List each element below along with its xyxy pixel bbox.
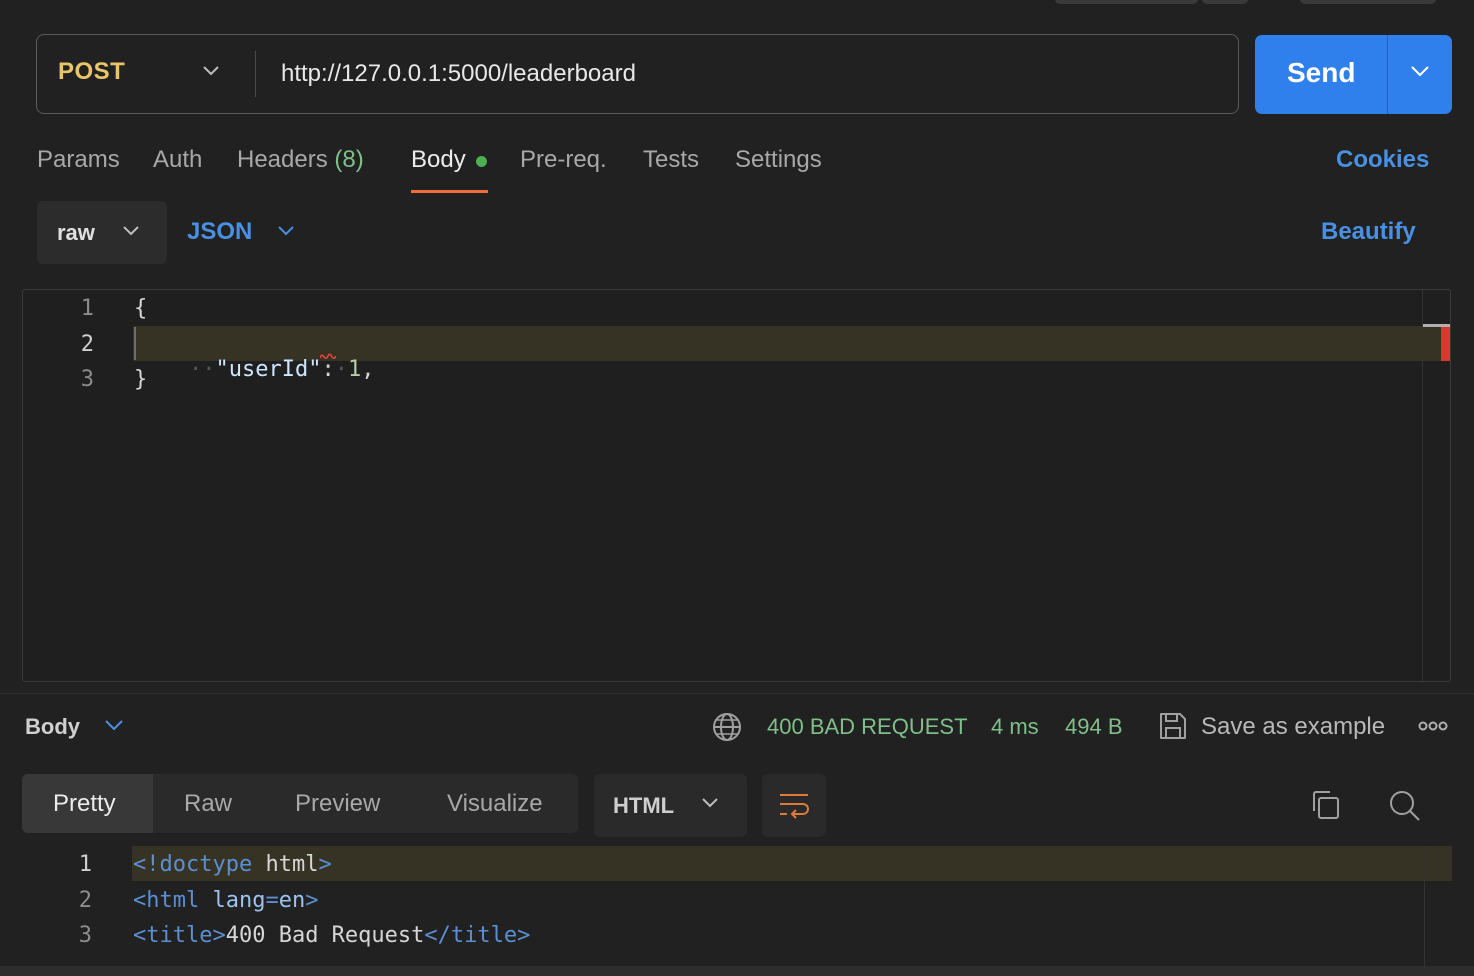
status-code[interactable]: 400 BAD REQUEST [767,714,968,740]
json-key: "userId" [215,357,322,382]
response-time[interactable]: 4 ms [991,714,1039,740]
chevron-down-icon[interactable] [105,720,123,730]
html-attribute: lang [212,888,266,913]
code-line: } [134,367,148,392]
save-icon[interactable] [1158,711,1188,741]
line-number: 1 [80,296,94,321]
html-tag: > [318,852,332,877]
html-tag: <title> [133,923,226,948]
send-split-divider [1387,35,1388,114]
cookies-link[interactable]: Cookies [1336,146,1429,174]
tab-pretty[interactable]: Pretty [53,790,116,818]
chevron-down-icon[interactable] [278,226,294,236]
tab-tests[interactable]: Tests [643,146,699,174]
app-window: POST http://127.0.0.1:5000/leaderboard S… [0,0,1474,976]
response-size[interactable]: 494 B [1065,714,1123,740]
code-line: <title>400 Bad Request</title> [133,923,530,948]
url-divider [255,51,256,97]
body-language-select[interactable]: JSON [187,218,252,246]
line-number: 2 [78,888,92,913]
html-tag: <!doctype [133,852,253,877]
html-tag: > [305,888,319,913]
top-tab-fragment[interactable] [1202,0,1248,4]
html-tag-name: html [265,852,319,877]
editor-scrollbar-track[interactable] [1424,846,1425,966]
editor-scrollbar-track[interactable] [1422,290,1423,681]
tab-headers[interactable]: Headers (8) [237,146,364,174]
json-value: 1 [347,357,362,382]
html-text: 400 Bad Request [225,923,425,948]
save-as-example-button[interactable]: Save as example [1201,713,1385,741]
body-mode-label[interactable]: raw [57,220,95,246]
chevron-down-icon[interactable] [203,66,219,76]
chevron-down-icon[interactable] [123,226,139,236]
wrap-lines-icon[interactable] [778,790,810,820]
code-line: <html lang=en> [133,888,318,913]
response-section-select[interactable]: Body [25,714,80,740]
whitespace-marker: · [334,357,348,382]
globe-icon[interactable] [712,712,742,742]
error-squiggle-icon [320,353,336,360]
method-select[interactable]: POST [58,58,125,86]
tab-auth[interactable]: Auth [153,146,202,174]
active-tab-underline [411,190,488,193]
code-line: <!doctype html> [133,852,332,877]
html-attribute-value: en [278,888,306,913]
code-line: ··"userId":·1, [136,332,374,407]
search-icon[interactable] [1388,789,1422,823]
headers-count-badge: (8) [334,146,364,173]
response-format-label[interactable]: HTML [613,793,674,819]
tab-body[interactable]: Body [411,146,466,174]
json-colon: : [321,357,335,382]
beautify-button[interactable]: Beautify [1321,218,1416,246]
tab-raw[interactable]: Raw [184,790,232,818]
chevron-down-icon[interactable] [702,798,718,808]
tab-params[interactable]: Params [37,146,120,174]
tab-settings[interactable]: Settings [735,146,822,174]
top-tab-fragment[interactable] [1055,0,1198,4]
pane-divider[interactable] [0,693,1474,694]
copy-icon[interactable] [1310,789,1342,821]
window-bottom-edge [0,966,1474,976]
chevron-down-icon[interactable] [1411,66,1429,76]
html-tag: <html [133,888,200,913]
json-comma: , [361,357,375,382]
body-modified-dot [476,156,487,167]
send-button-label[interactable]: Send [1287,57,1355,89]
tab-visualize[interactable]: Visualize [447,790,543,818]
line-number: 2 [80,332,94,357]
tab-prereq[interactable]: Pre-req. [520,146,607,174]
top-tab-fragment[interactable] [1300,0,1436,4]
scrollbar-error-marker [1441,327,1450,361]
html-tag: </title> [424,923,531,948]
html-equals: = [265,888,279,913]
more-options-icon[interactable] [1418,720,1448,732]
url-input[interactable]: http://127.0.0.1:5000/leaderboard [281,60,636,88]
tab-headers-label: Headers [237,146,328,173]
whitespace-marker: ·· [188,357,216,382]
line-number: 1 [78,852,92,877]
line-number: 3 [80,367,94,392]
line-number: 3 [78,923,92,948]
tab-preview[interactable]: Preview [295,790,380,818]
code-line: { [134,296,148,321]
